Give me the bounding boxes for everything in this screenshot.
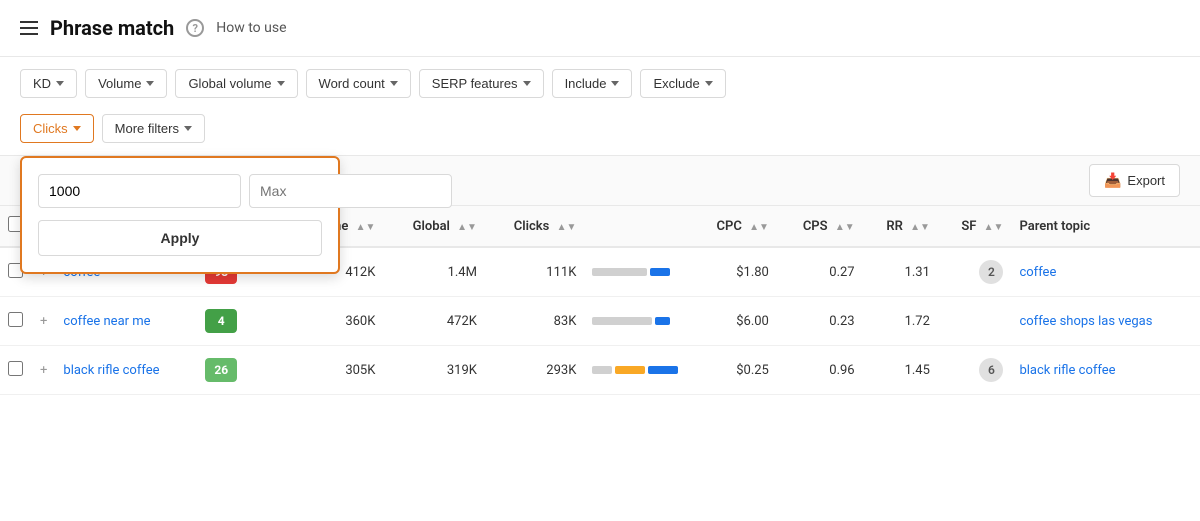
- cps-cell: 0.27: [777, 247, 863, 297]
- cpc-cell: $6.00: [690, 297, 776, 346]
- add-keyword-icon[interactable]: +: [32, 297, 55, 346]
- chevron-down-icon: [705, 81, 713, 86]
- page-container: Phrase match ? How to use KD Volume Glob…: [0, 0, 1200, 521]
- clicks-cell: 293K: [485, 346, 584, 395]
- filters-row-2: Clicks Apply More filters: [0, 110, 1200, 155]
- filter-serp-features[interactable]: SERP features: [419, 69, 544, 98]
- bar-organic: [592, 268, 647, 276]
- header-rr: RR ▲▼: [863, 206, 938, 247]
- chevron-down-icon: [390, 81, 398, 86]
- how-to-use-link[interactable]: How to use: [216, 20, 286, 36]
- table-row: + coffee near me 4 360K472K83K $6.000.231.72…: [0, 297, 1200, 346]
- row-checkbox[interactable]: [8, 361, 23, 376]
- cps-cell: 0.96: [777, 346, 863, 395]
- add-keyword-icon[interactable]: +: [32, 346, 55, 395]
- chevron-down-icon: [146, 81, 154, 86]
- parent-topic-cell: black rifle coffee: [1011, 346, 1200, 395]
- global-cell: 319K: [383, 346, 485, 395]
- bar-cell: [584, 346, 690, 395]
- sf-cell: [938, 297, 1012, 346]
- bar-cell: [584, 247, 690, 297]
- sf-cell: 2: [938, 247, 1012, 297]
- kd-badge: 4: [205, 309, 237, 333]
- volume-cell: 360K: [273, 297, 384, 346]
- rr-cell: 1.72: [863, 297, 938, 346]
- cpc-cell: $0.25: [690, 346, 776, 395]
- filter-word-count[interactable]: Word count: [306, 69, 411, 98]
- chevron-down-icon: [523, 81, 531, 86]
- clicks-min-input[interactable]: [38, 174, 241, 208]
- clicks-max-input[interactable]: [249, 174, 452, 208]
- filter-volume[interactable]: Volume: [85, 69, 167, 98]
- chevron-down-icon: [184, 126, 192, 131]
- sf-badge: 6: [979, 358, 1003, 382]
- header-sf: SF ▲▼: [938, 206, 1012, 247]
- clicks-filter-container: Clicks Apply: [20, 114, 94, 143]
- header-parent-topic: Parent topic: [1011, 206, 1200, 247]
- rr-cell: 1.31: [863, 247, 938, 297]
- parent-topic-cell: coffee shops las vegas: [1011, 297, 1200, 346]
- header-clicks: Clicks ▲▼: [485, 206, 584, 247]
- header: Phrase match ? How to use: [0, 0, 1200, 57]
- filter-more[interactable]: More filters: [102, 114, 205, 143]
- filters-row-1: KD Volume Global volume Word count SERP …: [0, 57, 1200, 110]
- rr-cell: 1.45: [863, 346, 938, 395]
- header-bar: [584, 206, 690, 247]
- page-title: Phrase match: [50, 16, 174, 40]
- help-icon[interactable]: ?: [186, 19, 204, 37]
- export-icon: 📥: [1104, 172, 1121, 189]
- chevron-down-icon: [56, 81, 64, 86]
- bar-paid: [615, 366, 645, 374]
- parent-topic-link[interactable]: black rifle coffee: [1019, 363, 1115, 378]
- filter-kd[interactable]: KD: [20, 69, 77, 98]
- clicks-cell: 83K: [485, 297, 584, 346]
- row-checkbox[interactable]: [8, 312, 23, 327]
- filter-exclude[interactable]: Exclude: [640, 69, 725, 98]
- bar-organic: [592, 317, 652, 325]
- sf-cell: 6: [938, 346, 1012, 395]
- apply-button[interactable]: Apply: [38, 220, 322, 256]
- filter-global-volume[interactable]: Global volume: [175, 69, 297, 98]
- bar-cell: [584, 297, 690, 346]
- clicks-cell: 111K: [485, 247, 584, 297]
- bar-clicks: [655, 317, 670, 325]
- keyword-link[interactable]: coffee near me: [63, 314, 150, 329]
- parent-topic-link[interactable]: coffee: [1019, 265, 1056, 280]
- popup-inputs: [38, 174, 322, 208]
- chevron-down-icon: [73, 126, 81, 131]
- parent-topic-link[interactable]: coffee shops las vegas: [1019, 314, 1152, 329]
- cpc-cell: $1.80: [690, 247, 776, 297]
- header-cps: CPS ▲▼: [777, 206, 863, 247]
- parent-topic-cell: coffee: [1011, 247, 1200, 297]
- bar-organic: [592, 366, 612, 374]
- sf-badge: 2: [979, 260, 1003, 284]
- cps-cell: 0.23: [777, 297, 863, 346]
- bar-clicks: [648, 366, 678, 374]
- filter-include[interactable]: Include: [552, 69, 633, 98]
- chevron-down-icon: [611, 81, 619, 86]
- global-cell: 472K: [383, 297, 485, 346]
- kd-badge: 26: [205, 358, 237, 382]
- volume-cell: 305K: [273, 346, 384, 395]
- header-global: Global ▲▼: [383, 206, 485, 247]
- filter-clicks[interactable]: Clicks: [20, 114, 94, 143]
- clicks-popup: Apply: [20, 156, 340, 274]
- hamburger-icon[interactable]: [20, 21, 38, 35]
- header-cpc: CPC ▲▼: [690, 206, 776, 247]
- table-row: + black rifle coffee 26 305K319K293K $0.250.…: [0, 346, 1200, 395]
- chevron-down-icon: [277, 81, 285, 86]
- bar-clicks: [650, 268, 670, 276]
- global-cell: 1.4M: [383, 247, 485, 297]
- keyword-link[interactable]: black rifle coffee: [63, 363, 159, 378]
- export-button[interactable]: 📥 Export: [1089, 164, 1180, 197]
